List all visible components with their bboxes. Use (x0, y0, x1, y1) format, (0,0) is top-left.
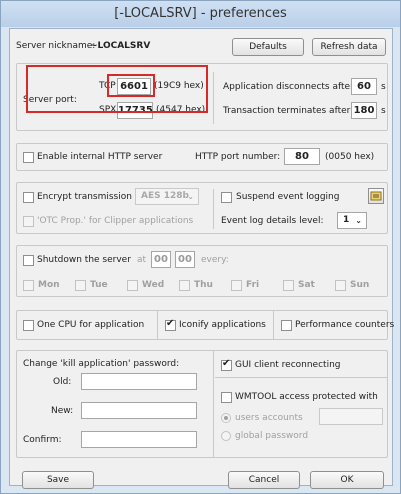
log-viewer-icon[interactable] (368, 188, 384, 204)
day-thu-label: Thu (194, 280, 213, 290)
day-sat-checkbox[interactable] (283, 280, 294, 291)
encryption-group: Encrypt transmission AES 128b ⌄ 'OTC Pro… (16, 182, 388, 234)
ok-button[interactable]: OK (310, 471, 384, 489)
shutdown-group: Shutdown the server at 00 00 every: Mon … (16, 245, 388, 297)
chevron-down-icon: ⌄ (355, 216, 362, 225)
http-group: Enable internal HTTP server HTTP port nu… (16, 143, 388, 171)
wmtool-checkbox[interactable] (221, 392, 232, 403)
options-group: One CPU for application Iconify applicat… (16, 310, 394, 340)
day-sat-label: Sat (298, 280, 315, 290)
group-separator (213, 72, 214, 124)
perf-counters-label: Performance counters (295, 320, 395, 330)
gui-reconnect-checkbox[interactable] (221, 358, 232, 371)
suspend-logging-checkbox[interactable] (221, 192, 232, 203)
app-disconnect-label: Application disconnects after (223, 82, 354, 92)
shutdown-checkbox[interactable] (23, 255, 34, 266)
shutdown-every-label: every: (201, 255, 229, 265)
preferences-panel: Server nickname: ~LOCALSRV Defaults Refr… (9, 28, 394, 489)
perf-counters-checkbox[interactable] (281, 320, 292, 331)
users-accounts-label: users accounts (235, 413, 303, 423)
transaction-label: Transaction terminates after (223, 106, 351, 116)
cipher-value: AES 128b (141, 191, 189, 201)
day-mon-label: Mon (38, 280, 60, 290)
http-port-label: HTTP port number: (195, 152, 281, 162)
log-level-select[interactable]: 1 ⌄ (337, 212, 367, 229)
refresh-data-button[interactable]: Refresh data (312, 38, 386, 56)
shutdown-hour-field[interactable]: 00 (151, 251, 171, 268)
iconify-label: Iconify applications (179, 320, 266, 330)
users-accounts-radio[interactable] (221, 413, 231, 423)
global-password-radio[interactable] (221, 431, 231, 441)
day-mon-checkbox[interactable] (23, 280, 34, 291)
tcp-highlight-annotation (107, 74, 155, 97)
group-separator (157, 311, 158, 339)
title-bar[interactable]: [-LOCALSRV] - preferences (1, 1, 400, 27)
transaction-unit: s (381, 106, 386, 116)
new-password-label: New: (51, 406, 74, 416)
day-tue-checkbox[interactable] (75, 280, 86, 291)
save-button[interactable]: Save (22, 471, 94, 489)
otc-label: 'OTC Prop.' for Clipper applications (37, 216, 194, 226)
shutdown-minute-field[interactable]: 00 (175, 251, 195, 268)
new-password-field[interactable] (81, 402, 197, 419)
iconify-checkbox[interactable] (165, 318, 176, 331)
divider (215, 377, 387, 378)
group-separator (213, 189, 214, 229)
group-separator (273, 311, 274, 339)
cipher-select[interactable]: AES 128b ⌄ (135, 188, 199, 205)
wmtool-label: WMTOOL access protected with (235, 392, 378, 402)
otc-checkbox[interactable] (23, 216, 34, 227)
day-thu-checkbox[interactable] (179, 280, 190, 291)
day-fri-label: Fri (246, 280, 260, 290)
defaults-button[interactable]: Defaults (232, 38, 304, 56)
http-port-hex: (0050 hex) (325, 152, 375, 162)
chevron-down-icon: ⌄ (187, 192, 194, 201)
day-fri-checkbox[interactable] (231, 280, 242, 291)
old-password-label: Old: (53, 377, 72, 387)
preferences-window: [-LOCALSRV] - preferences Server nicknam… (0, 0, 401, 494)
nickname-label: Server nickname: (16, 41, 96, 51)
gui-reconnect-label: GUI client reconnecting (235, 360, 341, 370)
encrypt-checkbox[interactable] (23, 192, 34, 203)
old-password-field[interactable] (81, 373, 197, 390)
day-wed-label: Wed (142, 280, 165, 290)
day-tue-label: Tue (90, 280, 108, 290)
day-sun-label: Sun (350, 280, 370, 290)
enable-http-label: Enable internal HTTP server (37, 152, 163, 162)
one-cpu-label: One CPU for application (37, 320, 145, 330)
group-separator (213, 351, 214, 457)
password-title: Change 'kill application' password: (23, 359, 180, 369)
app-disconnect-field[interactable]: 60 (351, 78, 377, 95)
day-sun-checkbox[interactable] (335, 280, 346, 291)
confirm-password-field[interactable] (81, 431, 197, 448)
window-title: [-LOCALSRV] - preferences (114, 6, 287, 21)
password-group: Change 'kill application' password: Old:… (16, 350, 388, 458)
day-wed-checkbox[interactable] (127, 280, 138, 291)
confirm-password-label: Confirm: (23, 435, 62, 445)
transaction-field[interactable]: 180 (351, 102, 377, 119)
encrypt-label: Encrypt transmission (37, 192, 132, 202)
suspend-logging-label: Suspend event logging (236, 192, 340, 202)
enable-http-checkbox[interactable] (23, 152, 34, 163)
app-disconnect-unit: s (381, 82, 386, 92)
users-accounts-field[interactable] (319, 408, 383, 425)
log-level-value: 1 (343, 215, 350, 225)
shutdown-at-label: at (137, 255, 147, 265)
log-level-label: Event log details level: (221, 216, 324, 226)
shutdown-label: Shutdown the server (37, 255, 131, 265)
one-cpu-checkbox[interactable] (23, 320, 34, 331)
nickname-value: ~LOCALSRV (90, 41, 151, 51)
cancel-button[interactable]: Cancel (228, 471, 300, 489)
global-password-label: global password (235, 431, 309, 441)
http-port-field[interactable]: 80 (284, 148, 320, 165)
